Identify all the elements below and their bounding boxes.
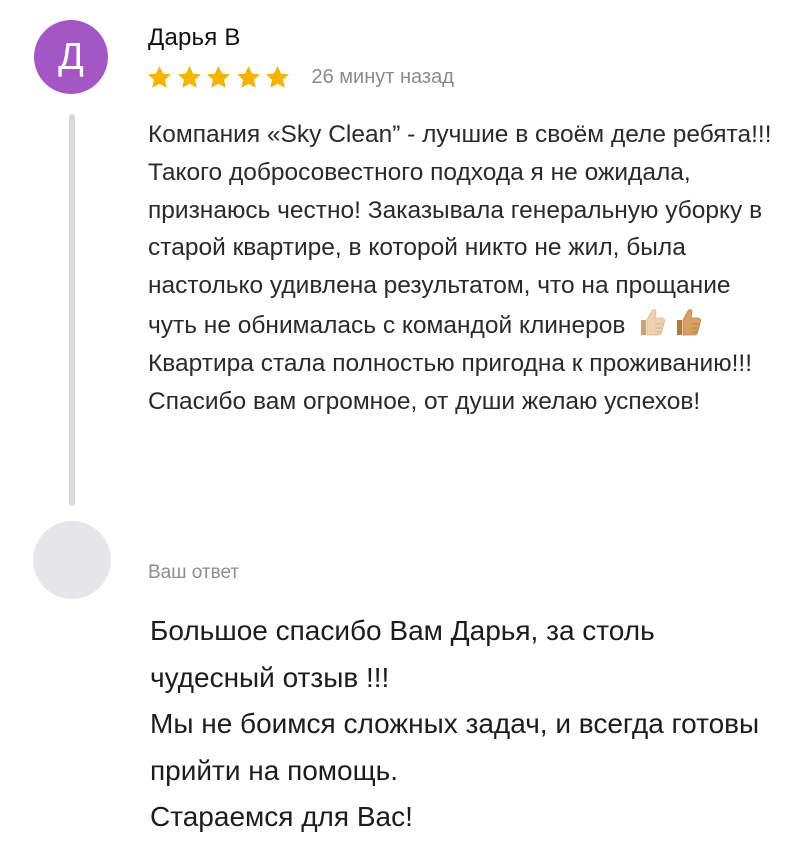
- rating-row: 26 минут назад: [146, 62, 454, 92]
- reply-line: Стараемся для Вас!: [150, 801, 413, 832]
- reply-line: Большое спасибо Вам Дарья, за столь чуде…: [150, 615, 655, 693]
- author-avatar[interactable]: Д: [34, 20, 108, 94]
- star-icon: [236, 65, 260, 88]
- review-timestamp: 26 минут назад: [311, 65, 454, 88]
- star-icon: [207, 65, 230, 88]
- star-rating: [146, 64, 294, 91]
- thumbs-up-icon: [677, 309, 702, 336]
- review-text-part-2: Квартира стала полностью пригодна к прож…: [148, 349, 753, 415]
- reply-label: Ваш ответ: [148, 562, 240, 583]
- review-text: Компания «Sky Clean” - лучшие в своём де…: [148, 116, 778, 420]
- emoji-group: [635, 305, 705, 339]
- thumbs-up-icon: [641, 309, 666, 336]
- reply-line: Мы не боимся сложных задач, и всегда гот…: [150, 708, 760, 786]
- reply-text: Большое спасибо Вам Дарья, за столь чуде…: [150, 608, 780, 841]
- reply-avatar: [33, 521, 111, 599]
- author-name[interactable]: Дарья В: [148, 24, 241, 52]
- thread-line: [69, 114, 75, 506]
- avatar-initial: Д: [58, 35, 84, 78]
- star-icon: [148, 65, 171, 88]
- star-icon: [177, 65, 201, 88]
- star-icon: [266, 65, 289, 88]
